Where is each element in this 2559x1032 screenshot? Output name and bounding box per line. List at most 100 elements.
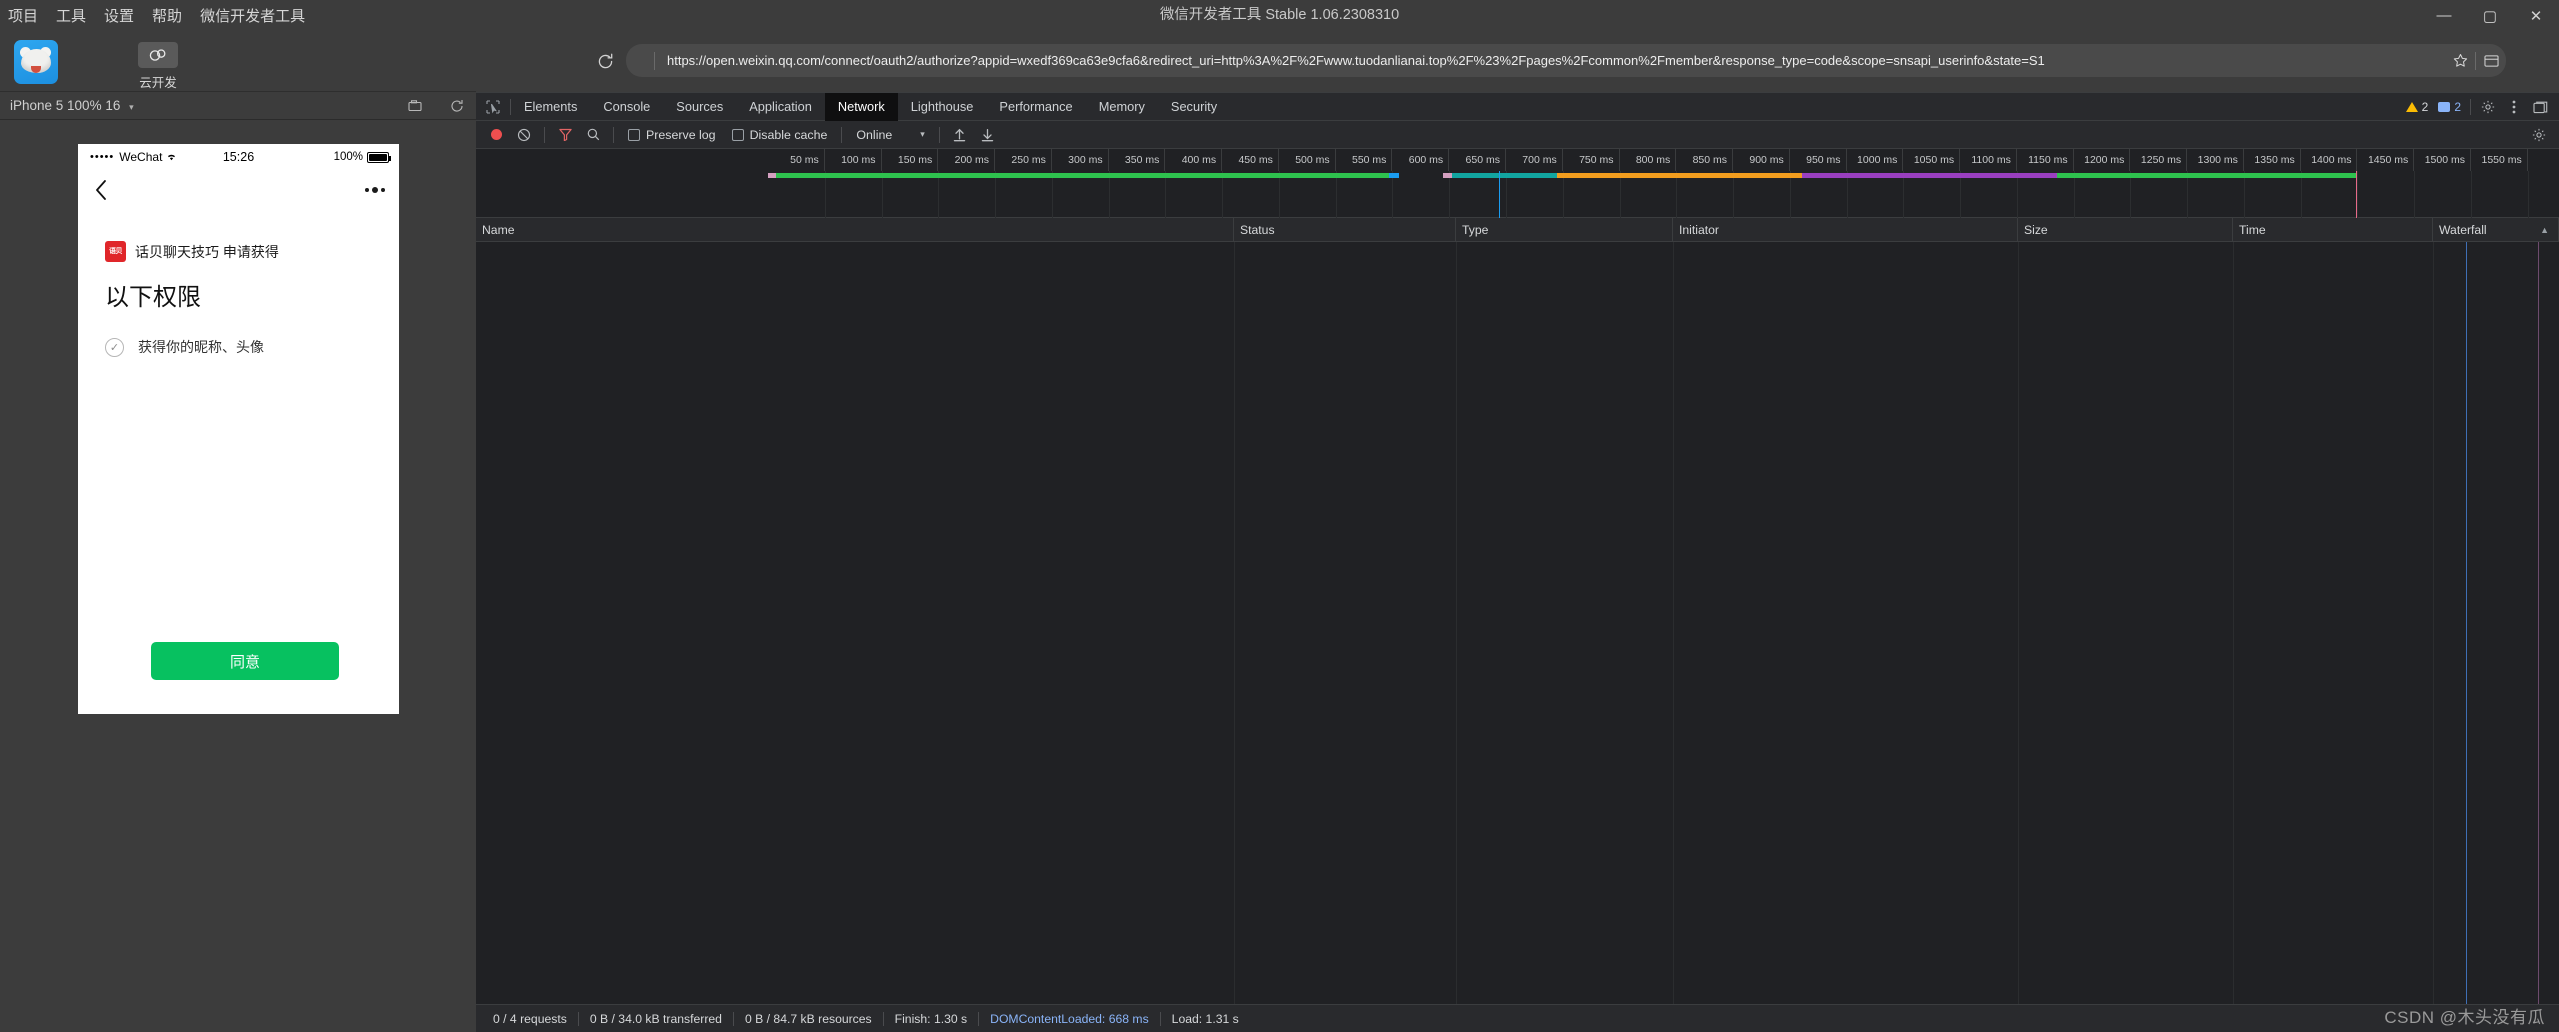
dom-content-loaded-time: DOMContentLoaded: 668 ms xyxy=(990,1011,1149,1026)
network-overview[interactable]: 50 ms 100 ms 150 ms 200 ms 250 ms 300 ms 350 m… xyxy=(476,149,2559,218)
timeline-tick: 700 ms xyxy=(1506,149,1563,171)
timeline-tick: 1050 ms xyxy=(1903,149,1961,171)
device-selector[interactable]: iPhone 5 100% 16 ▾ xyxy=(10,92,134,120)
url-bar[interactable]: https://open.weixin.qq.com/connect/oauth… xyxy=(626,44,2506,77)
tab-sources[interactable]: Sources xyxy=(663,93,736,121)
menu-item-tools[interactable]: 工具 xyxy=(56,5,86,26)
cloud-icon xyxy=(138,42,178,68)
window-maximize-button[interactable]: ▢ xyxy=(2467,0,2513,31)
preserve-log-checkbox[interactable]: Preserve log xyxy=(620,128,724,142)
message-count: 2 xyxy=(2454,100,2461,114)
timeline-tick: 800 ms xyxy=(1620,149,1677,171)
timeline-tick: 1300 ms xyxy=(2187,149,2244,171)
request-table-body[interactable] xyxy=(476,242,2559,1005)
column-divider xyxy=(2433,242,2434,1005)
request-table-header: Waterfall Time Size Initiator Type Status Name… xyxy=(476,218,2559,242)
timeline-gridline xyxy=(1108,171,1110,218)
timeline-gridline xyxy=(1562,171,1564,218)
upload-arrow-icon[interactable] xyxy=(946,121,974,149)
menu-item-settings[interactable]: 设置 xyxy=(104,5,134,26)
band-pink-start xyxy=(768,173,776,178)
tab-lighthouse[interactable]: Lighthouse xyxy=(898,93,987,121)
reload-icon[interactable] xyxy=(592,48,618,74)
window-close-button[interactable]: ✕ xyxy=(2513,0,2559,31)
timeline-tick: 900 ms xyxy=(1733,149,1790,171)
column-header-initiator[interactable]: Initiator xyxy=(1673,218,2018,242)
message-badge[interactable]: 2 xyxy=(2433,100,2466,114)
menu-item-devtools[interactable]: 微信开发者工具 xyxy=(200,5,305,26)
column-header-time[interactable]: Time xyxy=(2233,218,2433,242)
refresh-icon[interactable] xyxy=(448,97,466,115)
warning-badge[interactable]: 2 xyxy=(2401,100,2434,114)
timeline-gridline xyxy=(1789,171,1791,218)
tab-performance[interactable]: Performance xyxy=(986,93,1085,121)
status-bar-right: 100% xyxy=(334,144,391,170)
auth-app-row: 语贝 话贝聊天技巧 申请获得 xyxy=(105,241,279,262)
throttling-select[interactable]: Online ▾ xyxy=(848,128,932,142)
auth-title: 以下权限 xyxy=(105,284,201,311)
download-arrow-icon[interactable] xyxy=(974,121,1002,149)
star-icon[interactable] xyxy=(2445,44,2475,77)
network-status-bar: 0 / 4 requests 0 B / 34.0 kB transferred… xyxy=(476,1004,2559,1032)
device-selector-label: iPhone 5 100% 16 xyxy=(10,98,121,113)
timeline-gridline xyxy=(1222,171,1224,218)
record-dot-icon[interactable] xyxy=(482,121,510,149)
timeline-tick: 400 ms xyxy=(1165,149,1223,171)
dock-panel-icon[interactable] xyxy=(2527,93,2553,121)
phone-preview[interactable]: ••••• WeChat 15:26 100% 语贝 话贝聊天技巧 申请获得 以… xyxy=(78,144,399,714)
timeline-gridline xyxy=(1505,171,1507,218)
panel-icon[interactable] xyxy=(2476,44,2506,77)
sort-caret-icon[interactable]: ▲ xyxy=(2540,218,2549,242)
column-divider xyxy=(1673,242,1674,1005)
clear-circle-icon[interactable] xyxy=(510,121,538,149)
timeline-gridline xyxy=(1165,171,1167,218)
disable-cache-label: Disable cache xyxy=(749,127,828,142)
timeline-gridline xyxy=(2300,171,2302,218)
menu-item-help[interactable]: 帮助 xyxy=(152,5,182,26)
gear-icon[interactable] xyxy=(2525,121,2553,149)
gear-icon[interactable] xyxy=(2475,93,2501,121)
timeline-gridline xyxy=(881,171,883,218)
column-header-type[interactable]: Type xyxy=(1456,218,1673,242)
devtools-panel: Elements Console Sources Application Net… xyxy=(476,92,2559,1032)
column-header-name[interactable]: Name xyxy=(476,218,1234,242)
timeline-gridline xyxy=(2471,171,2472,218)
inspect-cursor-icon[interactable] xyxy=(476,93,510,121)
chevron-down-icon: ▾ xyxy=(920,129,925,139)
column-header-status[interactable]: Status xyxy=(1234,218,1456,242)
screenshot-icon[interactable] xyxy=(406,97,424,115)
load-time: Load: 1.31 s xyxy=(1171,1011,1239,1026)
band-purple xyxy=(1802,173,2057,178)
menu-item-project[interactable]: 项目 xyxy=(8,5,38,26)
more-vertical-icon[interactable] xyxy=(2501,93,2527,121)
timeline-tick: 750 ms xyxy=(1563,149,1620,171)
band-blue-main xyxy=(1389,173,1399,178)
chevron-left-icon[interactable] xyxy=(89,178,113,202)
column-divider xyxy=(2018,242,2019,1005)
cloud-dev-button[interactable]: 云开发 xyxy=(122,42,194,91)
tab-application[interactable]: Application xyxy=(736,93,825,121)
more-dots-icon[interactable] xyxy=(361,178,389,202)
url-input[interactable]: https://open.weixin.qq.com/connect/oauth… xyxy=(667,53,2437,68)
window-minimize-button[interactable]: — xyxy=(2421,0,2467,31)
tab-console[interactable]: Console xyxy=(590,93,663,121)
timeline-tick: 150 ms xyxy=(882,149,939,171)
timeline-tick: 1500 ms xyxy=(2414,149,2471,171)
timeline-gridline xyxy=(1903,171,1905,218)
waterfall-load-line xyxy=(2538,242,2539,1005)
tab-memory[interactable]: Memory xyxy=(1086,93,1158,121)
band-orange xyxy=(1557,173,1802,178)
column-header-size[interactable]: Size xyxy=(2018,218,2233,242)
search-icon[interactable] xyxy=(579,121,607,149)
tab-elements[interactable]: Elements xyxy=(511,93,590,121)
disable-cache-checkbox[interactable]: Disable cache xyxy=(724,128,836,142)
tab-security[interactable]: Security xyxy=(1158,93,1230,121)
warning-count: 2 xyxy=(2421,100,2429,114)
timeline-gridline xyxy=(1733,171,1735,218)
agree-button[interactable]: 同意 xyxy=(151,642,339,680)
timeline-tick: 100 ms xyxy=(825,149,882,171)
tab-network[interactable]: Network xyxy=(824,92,898,121)
timeline-gridline xyxy=(1335,171,1337,218)
devtools-tabbar-right: 2 2 xyxy=(2401,93,2559,121)
filter-funnel-icon[interactable] xyxy=(551,121,579,149)
